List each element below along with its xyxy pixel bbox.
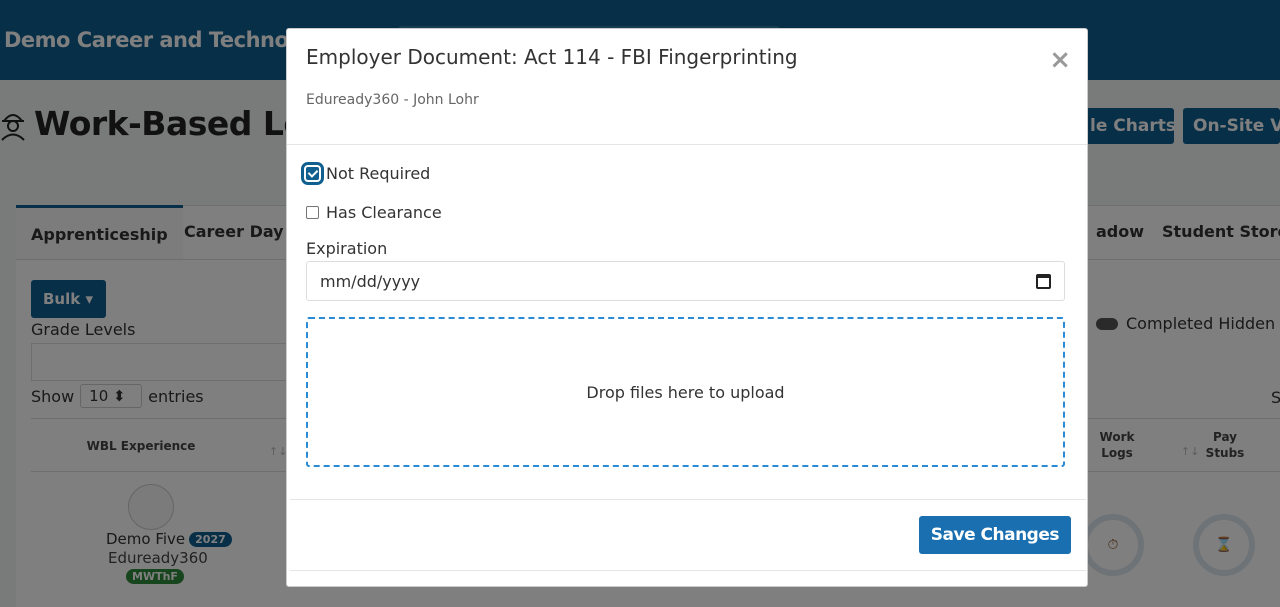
date-placeholder: mm/dd/yyyy xyxy=(320,271,421,291)
close-icon[interactable]: × xyxy=(1049,47,1071,73)
has-clearance-checkbox-row[interactable]: Has Clearance xyxy=(306,203,442,222)
has-clearance-checkbox[interactable] xyxy=(306,206,319,219)
dropzone-text: Drop files here to upload xyxy=(586,382,785,402)
modal-footer: Save Changes xyxy=(290,499,1086,571)
modal-title: Employer Document: Act 114 - FBI Fingerp… xyxy=(306,45,798,69)
save-changes-button[interactable]: Save Changes xyxy=(918,516,1071,554)
expiration-date-input[interactable]: mm/dd/yyyy xyxy=(306,261,1065,301)
not-required-label[interactable]: Not Required xyxy=(326,164,430,183)
employer-document-modal: Employer Document: Act 114 - FBI Fingerp… xyxy=(286,28,1088,587)
expiration-label: Expiration xyxy=(306,239,388,258)
calendar-icon[interactable] xyxy=(1036,273,1051,289)
not-required-checkbox[interactable] xyxy=(301,162,324,185)
not-required-checkbox-row[interactable]: Not Required xyxy=(301,162,430,185)
file-dropzone[interactable]: Drop files here to upload xyxy=(306,317,1065,467)
modal-subtitle: Eduready360 - John Lohr xyxy=(306,92,479,108)
modal-header: Employer Document: Act 114 - FBI Fingerp… xyxy=(287,29,1087,145)
has-clearance-label[interactable]: Has Clearance xyxy=(326,203,442,222)
